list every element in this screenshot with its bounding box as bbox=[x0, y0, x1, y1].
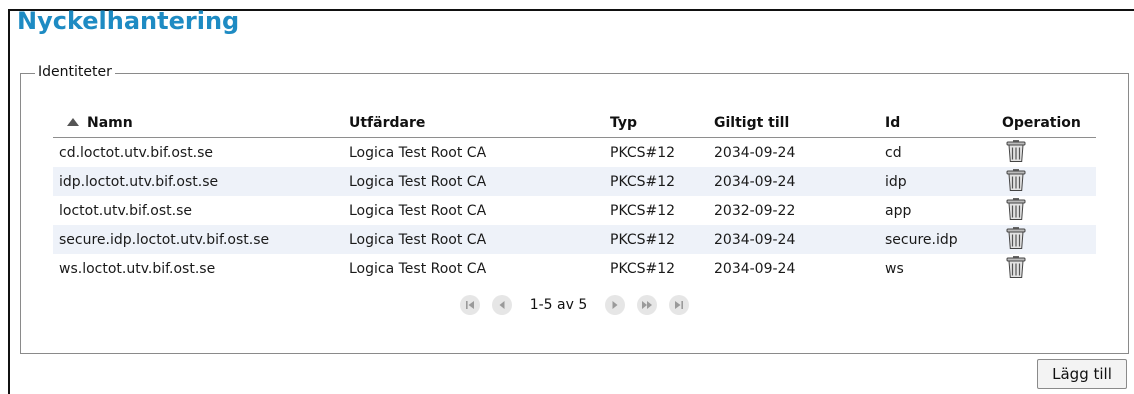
column-header-type[interactable]: Typ bbox=[604, 108, 708, 138]
cell-id: ws bbox=[885, 260, 904, 277]
cell-type: PKCS#12 bbox=[604, 225, 708, 254]
first-page-icon[interactable] bbox=[459, 295, 480, 315]
cell-issuer: Logica Test Root CA bbox=[343, 225, 604, 254]
cell-issuer: Logica Test Root CA bbox=[349, 202, 487, 219]
column-header-name-label: Namn bbox=[87, 114, 133, 131]
cell-valid-until: 2034-09-24 bbox=[714, 260, 796, 277]
cell-name: cd.loctot.utv.bif.ost.se bbox=[59, 144, 214, 161]
cell-valid-until: 2034-09-24 bbox=[708, 225, 879, 254]
cell-operation bbox=[996, 138, 1096, 168]
sort-ascending-icon bbox=[67, 118, 79, 126]
trash-icon[interactable] bbox=[1006, 168, 1026, 196]
cell-valid-until: 2034-09-24 bbox=[714, 144, 796, 161]
cell-type: PKCS#12 bbox=[610, 202, 676, 219]
page-title: Nyckelhantering bbox=[17, 7, 240, 35]
column-header-operation: Operation bbox=[996, 108, 1096, 138]
cell-operation bbox=[996, 167, 1096, 196]
cell-id: cd bbox=[885, 144, 902, 161]
trash-icon[interactable] bbox=[1006, 226, 1026, 254]
column-header-issuer[interactable]: Utfärdare bbox=[343, 108, 604, 138]
cell-type: PKCS#12 bbox=[610, 260, 676, 277]
table-row: loctot.utv.bif.ost.se Logica Test Root C… bbox=[53, 196, 1096, 225]
identities-fieldset: Identiteter Namn Utfärdare Typ Giltigt t… bbox=[20, 64, 1129, 354]
cell-issuer: Logica Test Root CA bbox=[349, 260, 487, 277]
trash-icon[interactable] bbox=[1006, 139, 1026, 167]
cell-operation bbox=[996, 225, 1096, 254]
trash-icon[interactable] bbox=[1006, 197, 1026, 225]
prev-page-icon[interactable] bbox=[491, 295, 512, 315]
cell-name: ws.loctot.utv.bif.ost.se bbox=[59, 260, 216, 277]
last-page-icon[interactable] bbox=[669, 295, 690, 315]
table-row: cd.loctot.utv.bif.ost.se Logica Test Roo… bbox=[53, 138, 1096, 168]
cell-id: secure.idp bbox=[879, 225, 996, 254]
cell-id: idp bbox=[879, 167, 996, 196]
cell-type: PKCS#12 bbox=[604, 167, 708, 196]
identities-legend: Identiteter bbox=[35, 64, 115, 80]
cell-operation bbox=[996, 254, 1096, 283]
next-page-icon[interactable] bbox=[605, 295, 626, 315]
column-header-id[interactable]: Id bbox=[879, 108, 996, 138]
table-row: ws.loctot.utv.bif.ost.se Logica Test Roo… bbox=[53, 254, 1096, 283]
add-button[interactable]: Lägg till bbox=[1037, 359, 1127, 389]
cell-operation bbox=[996, 196, 1096, 225]
table-row: idp.loctot.utv.bif.ost.se Logica Test Ro… bbox=[53, 167, 1096, 196]
cell-name: idp.loctot.utv.bif.ost.se bbox=[53, 167, 343, 196]
cell-valid-until: 2032-09-22 bbox=[714, 202, 796, 219]
table-row: secure.idp.loctot.utv.bif.ost.se Logica … bbox=[53, 225, 1096, 254]
column-header-valid-until[interactable]: Giltigt till bbox=[708, 108, 879, 138]
cell-valid-until: 2034-09-24 bbox=[708, 167, 879, 196]
table-header-row: Namn Utfärdare Typ Giltigt till Id Opera… bbox=[53, 108, 1096, 138]
cell-name: loctot.utv.bif.ost.se bbox=[59, 202, 192, 219]
cell-name: secure.idp.loctot.utv.bif.ost.se bbox=[53, 225, 343, 254]
trash-icon[interactable] bbox=[1006, 255, 1026, 283]
column-header-name[interactable]: Namn bbox=[53, 108, 343, 138]
cell-id: app bbox=[885, 202, 912, 219]
pagination: 1-5 av 5 bbox=[21, 292, 1128, 318]
fast-forward-icon[interactable] bbox=[637, 295, 658, 315]
identities-table: Namn Utfärdare Typ Giltigt till Id Opera… bbox=[53, 108, 1096, 283]
cell-issuer: Logica Test Root CA bbox=[349, 144, 487, 161]
cell-issuer: Logica Test Root CA bbox=[343, 167, 604, 196]
pagination-label: 1-5 av 5 bbox=[529, 297, 588, 313]
cell-type: PKCS#12 bbox=[610, 144, 676, 161]
